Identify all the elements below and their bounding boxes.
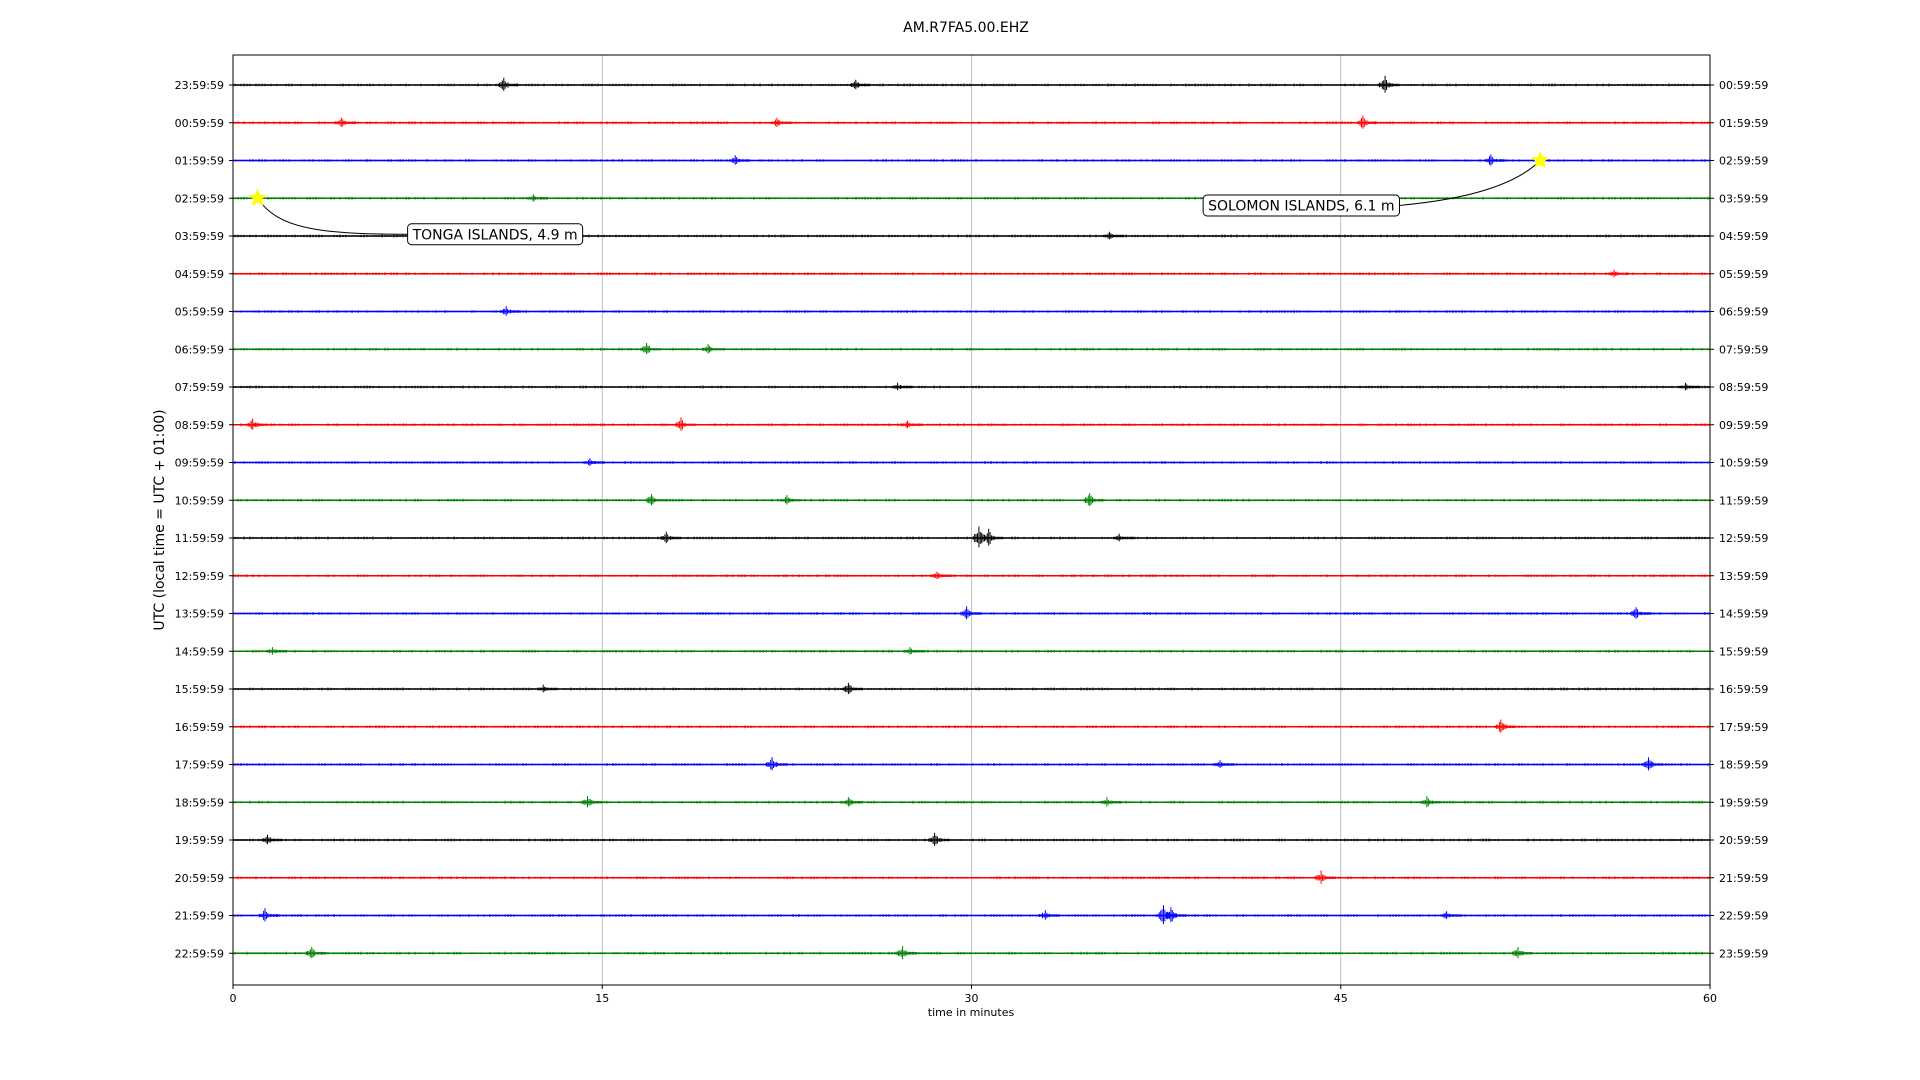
left-time-label: 18:59:59 bbox=[175, 796, 224, 809]
left-time-label: 06:59:59 bbox=[175, 343, 224, 356]
left-time-label: 19:59:59 bbox=[175, 834, 224, 847]
right-time-label: 17:59:59 bbox=[1719, 721, 1768, 734]
right-time-label: 21:59:59 bbox=[1719, 872, 1768, 885]
right-time-label: 15:59:59 bbox=[1719, 645, 1768, 658]
right-time-label: 19:59:59 bbox=[1719, 796, 1768, 809]
right-time-label: 12:59:59 bbox=[1719, 532, 1768, 545]
right-time-label: 11:59:59 bbox=[1719, 494, 1768, 507]
left-time-label: 10:59:59 bbox=[175, 494, 224, 507]
left-time-label: 09:59:59 bbox=[175, 457, 224, 470]
event-star-marker bbox=[248, 188, 267, 207]
right-time-label: 05:59:59 bbox=[1719, 268, 1768, 281]
event-label: TONGA ISLANDS, 4.9 m bbox=[412, 227, 578, 243]
left-time-label: 13:59:59 bbox=[175, 608, 224, 621]
right-time-label: 10:59:59 bbox=[1719, 457, 1768, 470]
x-tick-label: 30 bbox=[965, 992, 979, 1005]
left-time-label: 11:59:59 bbox=[175, 532, 224, 545]
left-time-label: 01:59:59 bbox=[175, 155, 224, 168]
chart-title: AM.R7FA5.00.EHZ bbox=[903, 20, 1029, 36]
left-time-label: 21:59:59 bbox=[175, 910, 224, 923]
left-time-label: 07:59:59 bbox=[175, 381, 224, 394]
left-time-label: 14:59:59 bbox=[175, 645, 224, 658]
right-time-label: 09:59:59 bbox=[1719, 419, 1768, 432]
right-time-label: 13:59:59 bbox=[1719, 570, 1768, 583]
right-time-label: 04:59:59 bbox=[1719, 230, 1768, 243]
left-time-label: 16:59:59 bbox=[175, 721, 224, 734]
right-time-label: 18:59:59 bbox=[1719, 759, 1768, 772]
left-time-label: 05:59:59 bbox=[175, 306, 224, 319]
right-time-label: 00:59:59 bbox=[1719, 79, 1768, 92]
left-time-label: 00:59:59 bbox=[175, 117, 224, 130]
x-tick-label: 0 bbox=[230, 992, 237, 1005]
left-time-label: 12:59:59 bbox=[175, 570, 224, 583]
right-time-label: 02:59:59 bbox=[1719, 155, 1768, 168]
helicorder-chart: AM.R7FA5.00.EHZ 23:59:59 00:59:59 01:59:59… bbox=[152, 20, 1768, 1019]
left-time-label: 03:59:59 bbox=[175, 230, 224, 243]
left-time-label: 04:59:59 bbox=[175, 268, 224, 281]
right-time-label: 01:59:59 bbox=[1719, 117, 1768, 130]
right-time-labels: 00:59:59 01:59:59 02:59:59 03:59:59 04:59:59… bbox=[1710, 79, 1768, 960]
right-time-label: 16:59:59 bbox=[1719, 683, 1768, 696]
x-tick-label: 45 bbox=[1334, 992, 1348, 1005]
left-time-label: 20:59:59 bbox=[175, 872, 224, 885]
x-tick-label: 15 bbox=[595, 992, 609, 1005]
x-axis-title: time in minutes bbox=[928, 1006, 1015, 1019]
right-time-label: 08:59:59 bbox=[1719, 381, 1768, 394]
right-time-label: 14:59:59 bbox=[1719, 608, 1768, 621]
event-connector bbox=[257, 197, 408, 235]
right-time-label: 20:59:59 bbox=[1719, 834, 1768, 847]
y-axis-title: UTC (local time = UTC + 01:00) bbox=[152, 409, 168, 630]
event-label: SOLOMON ISLANDS, 6.1 m bbox=[1208, 199, 1394, 215]
left-time-label: 08:59:59 bbox=[175, 419, 224, 432]
x-axis-ticks: 0 15 30 45 60 bbox=[230, 985, 1717, 1005]
left-time-label: 17:59:59 bbox=[175, 759, 224, 772]
left-time-label: 02:59:59 bbox=[175, 192, 224, 205]
left-time-labels: 23:59:59 00:59:59 01:59:59 02:59:59 03:59:59… bbox=[175, 79, 233, 960]
left-time-label: 22:59:59 bbox=[175, 947, 224, 960]
right-time-label: 22:59:59 bbox=[1719, 910, 1768, 923]
right-time-label: 07:59:59 bbox=[1719, 343, 1768, 356]
left-time-label: 15:59:59 bbox=[175, 683, 224, 696]
right-time-label: 06:59:59 bbox=[1719, 306, 1768, 319]
right-time-label: 03:59:59 bbox=[1719, 192, 1768, 205]
left-time-label: 23:59:59 bbox=[175, 79, 224, 92]
right-time-label: 23:59:59 bbox=[1719, 947, 1768, 960]
x-tick-label: 60 bbox=[1703, 992, 1717, 1005]
